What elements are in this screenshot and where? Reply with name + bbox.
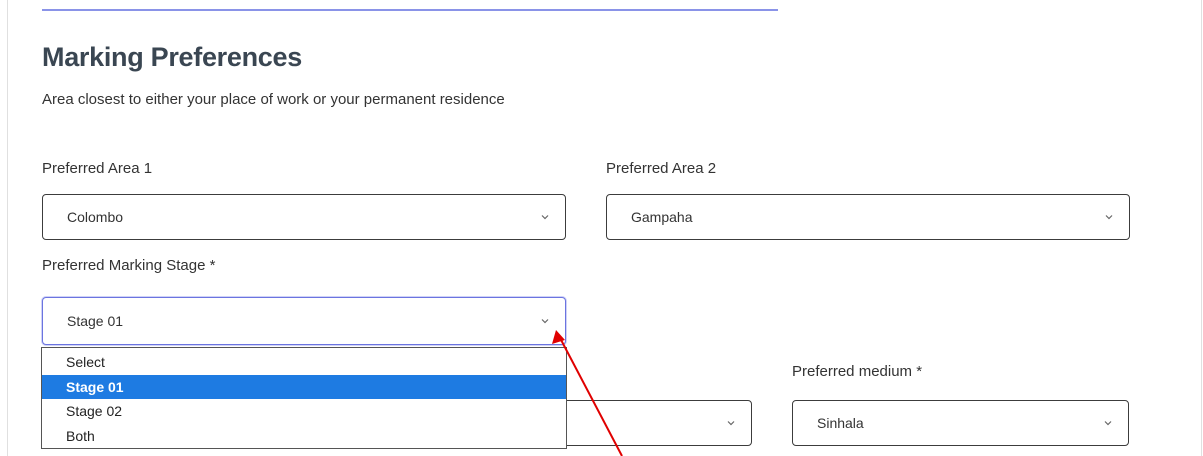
marking-stage-option-stage-01[interactable]: Stage 01	[42, 374, 566, 399]
preferred-area-2-select[interactable]: Gampaha	[606, 194, 1130, 240]
page-title: Marking Preferences	[42, 42, 302, 72]
chevron-down-icon	[1105, 215, 1113, 220]
preferred-area-2-label: Preferred Area 2	[606, 160, 717, 177]
marking-stage-options-list[interactable]: Select Stage 01 Stage 02 Both	[41, 347, 567, 449]
preferred-medium-label: Preferred medium *	[792, 363, 923, 380]
preferred-medium-select[interactable]: Sinhala	[792, 400, 1129, 446]
section-subtitle: Area closest to either your place of wor…	[42, 91, 505, 108]
marking-stage-option-both[interactable]: Both	[42, 424, 566, 449]
chevron-down-icon	[727, 421, 735, 426]
preferred-area-1-select[interactable]: Colombo	[42, 194, 566, 240]
marking-stage-label: Preferred Marking Stage *	[42, 257, 216, 274]
section-divider	[42, 9, 778, 11]
preferred-area-1-label: Preferred Area 1	[42, 160, 153, 177]
marking-stage-option-stage-02[interactable]: Stage 02	[42, 399, 566, 424]
marking-stage-option-select[interactable]: Select	[42, 350, 566, 375]
preferred-area-2-value: Gampaha	[631, 209, 693, 225]
chevron-down-icon	[541, 319, 549, 324]
preferred-area-1-value: Colombo	[67, 209, 124, 225]
marking-stage-select[interactable]: Stage 01	[42, 297, 566, 345]
preferred-medium-value: Sinhala	[817, 415, 864, 431]
chevron-down-icon	[1104, 421, 1112, 426]
marking-stage-value: Stage 01	[67, 313, 124, 329]
chevron-down-icon	[541, 215, 549, 220]
